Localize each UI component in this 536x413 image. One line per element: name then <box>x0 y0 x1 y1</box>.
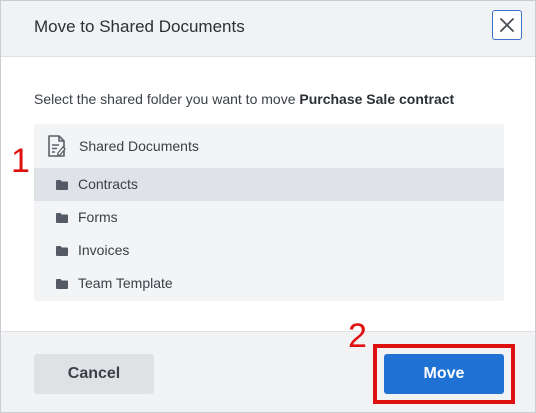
folder-icon <box>56 279 68 289</box>
folder-label: Forms <box>78 209 118 225</box>
folder-item-forms[interactable]: Forms <box>34 201 504 234</box>
document-icon <box>48 135 66 157</box>
prompt-text: Select the shared folder you want to mov… <box>34 91 300 107</box>
folder-label: Invoices <box>78 242 130 258</box>
tree-root-shared-documents[interactable]: Shared Documents <box>34 124 504 168</box>
folder-tree: Shared Documents Contracts Forms Invoice… <box>34 124 504 301</box>
folder-item-contracts[interactable]: Contracts <box>34 168 504 201</box>
folder-label: Team Template <box>78 275 173 291</box>
move-prompt: Select the shared folder you want to mov… <box>34 91 454 107</box>
folder-icon <box>56 180 68 190</box>
tree-root-label: Shared Documents <box>79 138 199 154</box>
folder-item-team-template[interactable]: Team Template <box>34 267 504 300</box>
folder-item-invoices[interactable]: Invoices <box>34 234 504 267</box>
move-dialog: Move to Shared Documents Select the shar… <box>0 0 536 413</box>
dialog-title: Move to Shared Documents <box>34 17 245 36</box>
folder-icon <box>56 213 68 223</box>
move-button[interactable]: Move <box>384 354 504 394</box>
close-button[interactable] <box>492 10 522 40</box>
document-name: Purchase Sale contract <box>299 91 455 107</box>
annotation-marker-1: 1 <box>11 142 30 180</box>
cancel-button[interactable]: Cancel <box>34 354 154 394</box>
annotation-marker-2: 2 <box>348 317 367 355</box>
close-icon <box>500 18 514 32</box>
folder-icon <box>56 246 68 256</box>
dialog-header: Move to Shared Documents <box>1 1 535 57</box>
folder-label: Contracts <box>78 176 138 192</box>
